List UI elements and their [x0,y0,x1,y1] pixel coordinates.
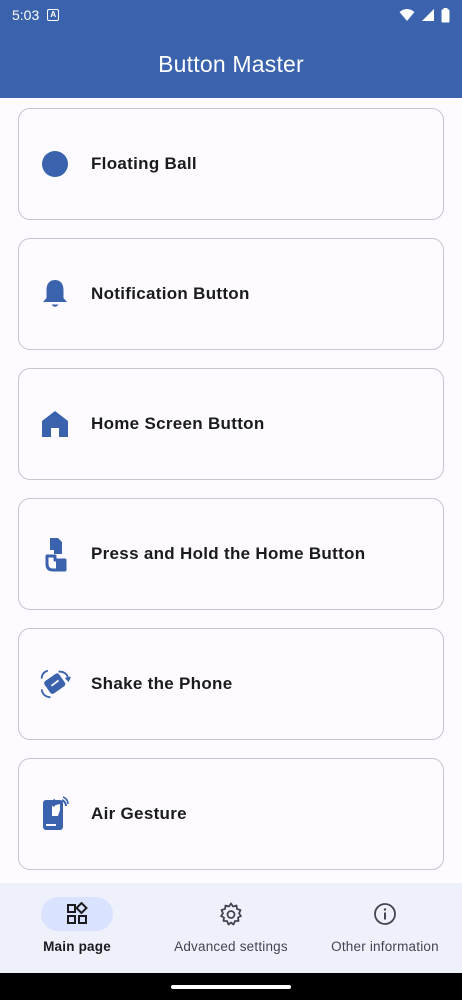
home-gesture-handle[interactable] [171,984,291,989]
wifi-icon [399,9,415,21]
press-hold-icon [39,538,71,572]
feature-list: Floating Ball Notification Button Home S… [0,98,462,883]
floating-ball-icon [39,148,71,180]
card-label: Notification Button [91,284,250,303]
card-label: Press and Hold the Home Button [91,544,366,563]
card-press-hold-home-button[interactable]: Press and Hold the Home Button [18,498,444,610]
system-gesture-bar [0,973,462,1000]
home-icon [39,408,71,440]
nav-icon-container [349,897,421,931]
nav-label: Advanced settings [174,939,288,954]
card-label: Home Screen Button [91,414,265,433]
gear-icon [220,902,242,926]
bottom-navigation: Main page Advanced settings Other inform… [0,883,462,973]
card-label: Air Gesture [91,804,187,823]
page-title: Button Master [158,50,304,77]
bell-icon [39,278,71,310]
shake-phone-icon [39,668,71,700]
card-floating-ball[interactable]: Floating Ball [18,108,444,220]
signal-icon [422,9,434,21]
nav-item-main-page[interactable]: Main page [0,883,154,973]
notification-icon: A [47,9,60,21]
grid-icon [67,902,88,924]
nav-icon-container [195,897,267,931]
info-icon [374,903,396,925]
card-label: Shake the Phone [91,674,233,693]
app-bar: Button Master [0,30,462,98]
card-label: Floating Ball [91,154,197,173]
card-notification-button[interactable]: Notification Button [18,238,444,350]
nav-active-indicator [41,897,113,931]
card-air-gesture[interactable]: Air Gesture [18,758,444,870]
air-gesture-icon [39,796,71,830]
battery-icon [441,7,450,22]
status-time: 5:03 [12,7,40,23]
nav-item-other-information[interactable]: Other information [308,883,462,973]
card-home-screen-button[interactable]: Home Screen Button [18,368,444,480]
nav-item-advanced-settings[interactable]: Advanced settings [154,883,308,973]
status-bar: 5:03 A [0,0,462,30]
card-shake-the-phone[interactable]: Shake the Phone [18,628,444,740]
nav-label: Main page [43,939,111,954]
nav-label: Other information [331,939,439,954]
